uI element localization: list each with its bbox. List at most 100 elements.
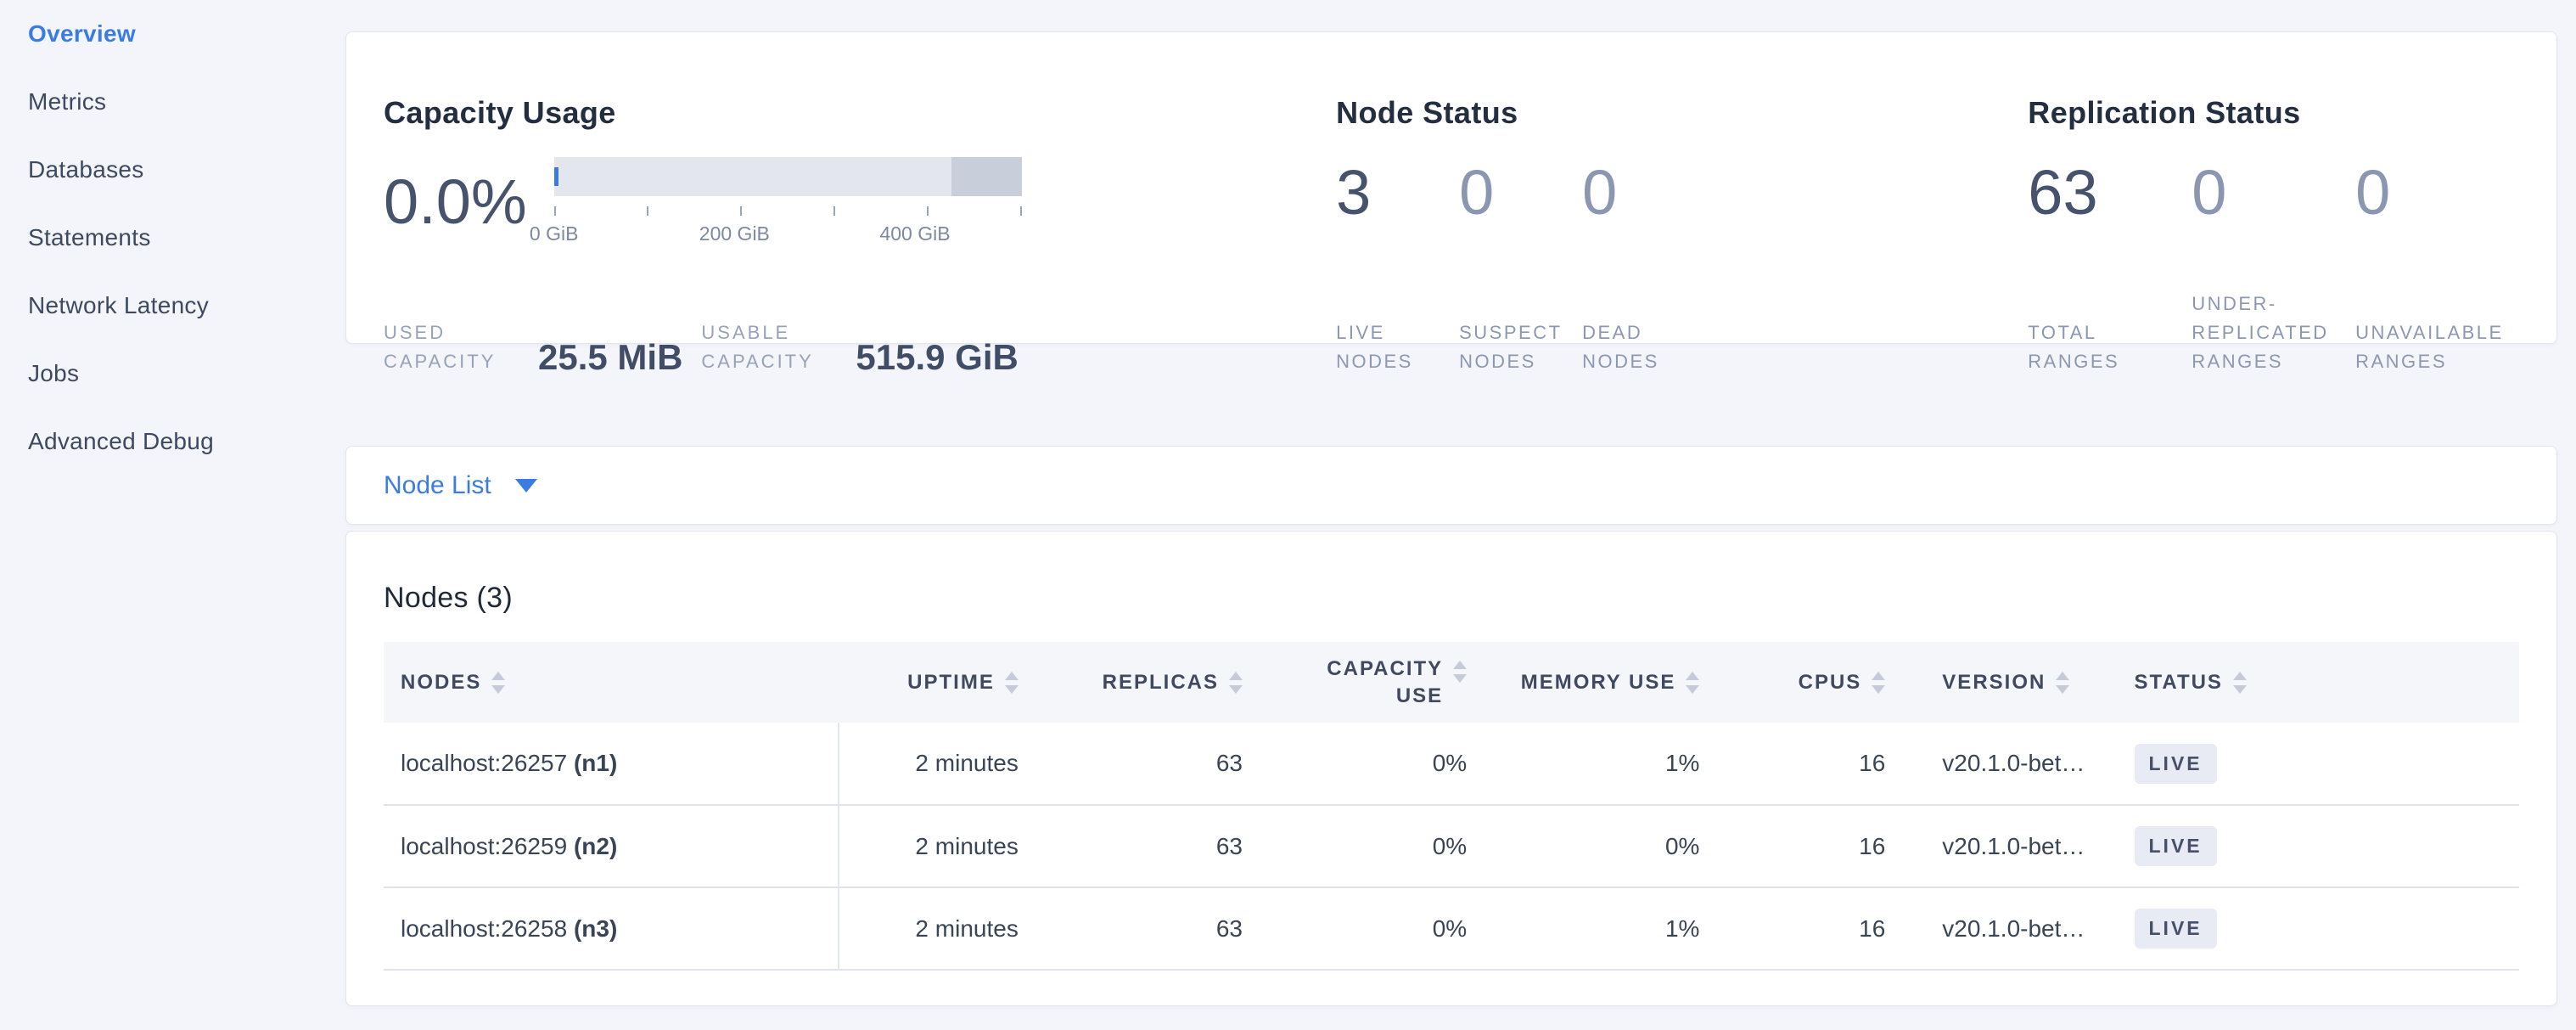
replicas-cell: 63 <box>1029 887 1253 970</box>
used-capacity-label: Used Capacity <box>384 318 526 376</box>
capacity-usage-title: Capacity Usage <box>384 94 1336 132</box>
capacity-axis-labels: 0 GiB 200 GiB 400 GiB <box>554 222 1022 246</box>
memory-use-cell: 1% <box>1477 723 1709 805</box>
replication-status-title: Replication Status <box>2028 94 2519 132</box>
used-capacity-value: 25.5 MiB <box>538 339 682 376</box>
sort-icon <box>1005 672 1019 694</box>
node-address-link[interactable]: localhost:26258 <box>401 915 567 942</box>
cpus-cell: 16 <box>1709 805 1895 887</box>
sidebar-item-advanced-debug[interactable]: Advanced Debug <box>0 408 345 476</box>
usable-capacity-label: Usable Capacity <box>701 318 844 376</box>
sidebar-item-metrics[interactable]: Metrics <box>0 68 345 136</box>
capacity-use-cell: 0% <box>1253 805 1477 887</box>
column-header-cpus[interactable]: CPUs <box>1709 642 1895 723</box>
live-nodes-label: Live Nodes <box>1336 318 1459 376</box>
column-header-uptime[interactable]: Uptime <box>839 642 1029 723</box>
capacity-gauge-row: 0.0% 0 GiB 200 GiB 400 GiB <box>384 157 1336 246</box>
replicas-cell: 63 <box>1029 723 1253 805</box>
sort-icon <box>1872 672 1885 694</box>
cpus-cell: 16 <box>1709 723 1895 805</box>
node-status-labels: Live Nodes Suspect Nodes Dead Nodes <box>1336 290 2028 376</box>
replication-status-section: Replication Status 63 0 0 Total Ranges U… <box>2028 32 2519 343</box>
sort-icon <box>1229 672 1243 694</box>
column-header-memory-use[interactable]: Memory Use <box>1477 642 1709 723</box>
replicas-cell: 63 <box>1029 805 1253 887</box>
status-badge: LIVE <box>2135 744 2217 784</box>
cluster-summary-card: Capacity Usage 0.0% 0 GiB 200 Gi <box>345 31 2557 344</box>
node-status-title: Node Status <box>1336 94 2028 132</box>
uptime-cell: 2 minutes <box>839 887 1029 970</box>
view-selector-card: Node List <box>345 446 2557 525</box>
sidebar-item-statements[interactable]: Statements <box>0 204 345 272</box>
node-status-values: 3 0 0 <box>1336 157 2028 228</box>
capacity-bar-track <box>554 157 1022 196</box>
column-header-status[interactable]: Status <box>2124 642 2520 723</box>
capacity-metrics: Used Capacity 25.5 MiB Usable Capacity 5… <box>384 318 1336 376</box>
cpus-cell: 16 <box>1709 887 1895 970</box>
node-status-section: Node Status 3 0 0 Live Nodes Suspect Nod… <box>1336 32 2028 343</box>
sidebar-item-databases[interactable]: Databases <box>0 136 345 204</box>
total-ranges-label: Total Ranges <box>2028 318 2192 376</box>
uptime-cell: 2 minutes <box>839 805 1029 887</box>
capacity-bar-chart: 0 GiB 200 GiB 400 GiB <box>554 157 1022 246</box>
status-badge: LIVE <box>2135 826 2217 866</box>
status-badge: LIVE <box>2135 909 2217 948</box>
table-row-n2[interactable]: localhost:26259 (n2) 2 minutes 63 0% 0% … <box>384 805 2519 887</box>
capacity-usage-section: Capacity Usage 0.0% 0 GiB 200 Gi <box>384 32 1336 343</box>
axis-label-0: 0 GiB <box>530 222 579 245</box>
total-ranges-value: 63 <box>2028 157 2192 228</box>
capacity-bar-used-indicator <box>554 167 558 186</box>
memory-use-cell: 1% <box>1477 887 1709 970</box>
version-cell: v20.1.0-bet… <box>1895 805 2124 887</box>
version-cell: v20.1.0-bet… <box>1895 723 2124 805</box>
axis-label-200: 200 GiB <box>699 222 770 245</box>
dead-nodes-value: 0 <box>1582 157 1705 228</box>
sort-icon <box>1686 672 1699 694</box>
chevron-down-icon <box>515 479 537 492</box>
node-list-dropdown[interactable]: Node List <box>384 471 537 500</box>
suspect-nodes-label: Suspect Nodes <box>1459 318 1582 376</box>
capacity-bar-reserved-segment <box>951 157 1022 196</box>
sidebar: Overview Metrics Databases Statements Ne… <box>0 0 345 476</box>
node-id: (n2) <box>574 833 617 859</box>
node-address-link[interactable]: localhost:26257 <box>401 750 567 776</box>
sort-icon <box>1453 661 1467 683</box>
uptime-cell: 2 minutes <box>839 723 1029 805</box>
sidebar-item-overview[interactable]: Overview <box>0 0 345 68</box>
axis-label-400: 400 GiB <box>879 222 950 245</box>
live-nodes-value: 3 <box>1336 157 1459 228</box>
table-row-n1[interactable]: localhost:26257 (n1) 2 minutes 63 0% 1% … <box>384 723 2519 805</box>
capacity-use-cell: 0% <box>1253 723 1477 805</box>
node-list-dropdown-label: Node List <box>384 471 491 500</box>
column-header-replicas[interactable]: Replicas <box>1029 642 1253 723</box>
node-address-link[interactable]: localhost:26259 <box>401 833 567 859</box>
admin-ui-page: Overview Metrics Databases Statements Ne… <box>0 0 2576 1030</box>
version-cell: v20.1.0-bet… <box>1895 887 2124 970</box>
nodes-table-card: Nodes (3) Nodes Uptime Replicas Capacity… <box>345 531 2557 1006</box>
unavailable-ranges-label: Unavailable Ranges <box>2355 318 2519 376</box>
sidebar-item-network-latency[interactable]: Network Latency <box>0 272 345 340</box>
sort-icon <box>2056 672 2069 694</box>
under-replicated-ranges-label: Under-Replicated Ranges <box>2192 290 2355 376</box>
table-header-row: Nodes Uptime Replicas Capacity Use Memor… <box>384 642 2519 723</box>
column-header-nodes[interactable]: Nodes <box>384 642 839 723</box>
main-content: Capacity Usage 0.0% 0 GiB 200 Gi <box>345 0 2557 1006</box>
usable-capacity-value: 515.9 GiB <box>856 339 1018 376</box>
column-header-capacity-use[interactable]: Capacity Use <box>1253 642 1477 723</box>
sort-icon <box>491 672 505 694</box>
sort-icon <box>2233 672 2247 694</box>
unavailable-ranges-value: 0 <box>2355 157 2519 228</box>
usable-capacity-metric: Usable Capacity 515.9 GiB <box>701 318 1018 376</box>
table-row-n3[interactable]: localhost:26258 (n3) 2 minutes 63 0% 1% … <box>384 887 2519 970</box>
suspect-nodes-value: 0 <box>1459 157 1582 228</box>
replication-status-labels: Total Ranges Under-Replicated Ranges Una… <box>2028 290 2519 376</box>
capacity-percent-value: 0.0% <box>384 166 527 238</box>
nodes-table: Nodes Uptime Replicas Capacity Use Memor… <box>384 642 2519 971</box>
capacity-axis-ticks <box>554 206 1022 216</box>
column-header-version[interactable]: Version <box>1895 642 2124 723</box>
capacity-use-cell: 0% <box>1253 887 1477 970</box>
sidebar-item-jobs[interactable]: Jobs <box>0 340 345 408</box>
node-id: (n3) <box>574 915 617 942</box>
replication-status-values: 63 0 0 <box>2028 157 2519 228</box>
nodes-heading: Nodes (3) <box>384 579 2519 616</box>
